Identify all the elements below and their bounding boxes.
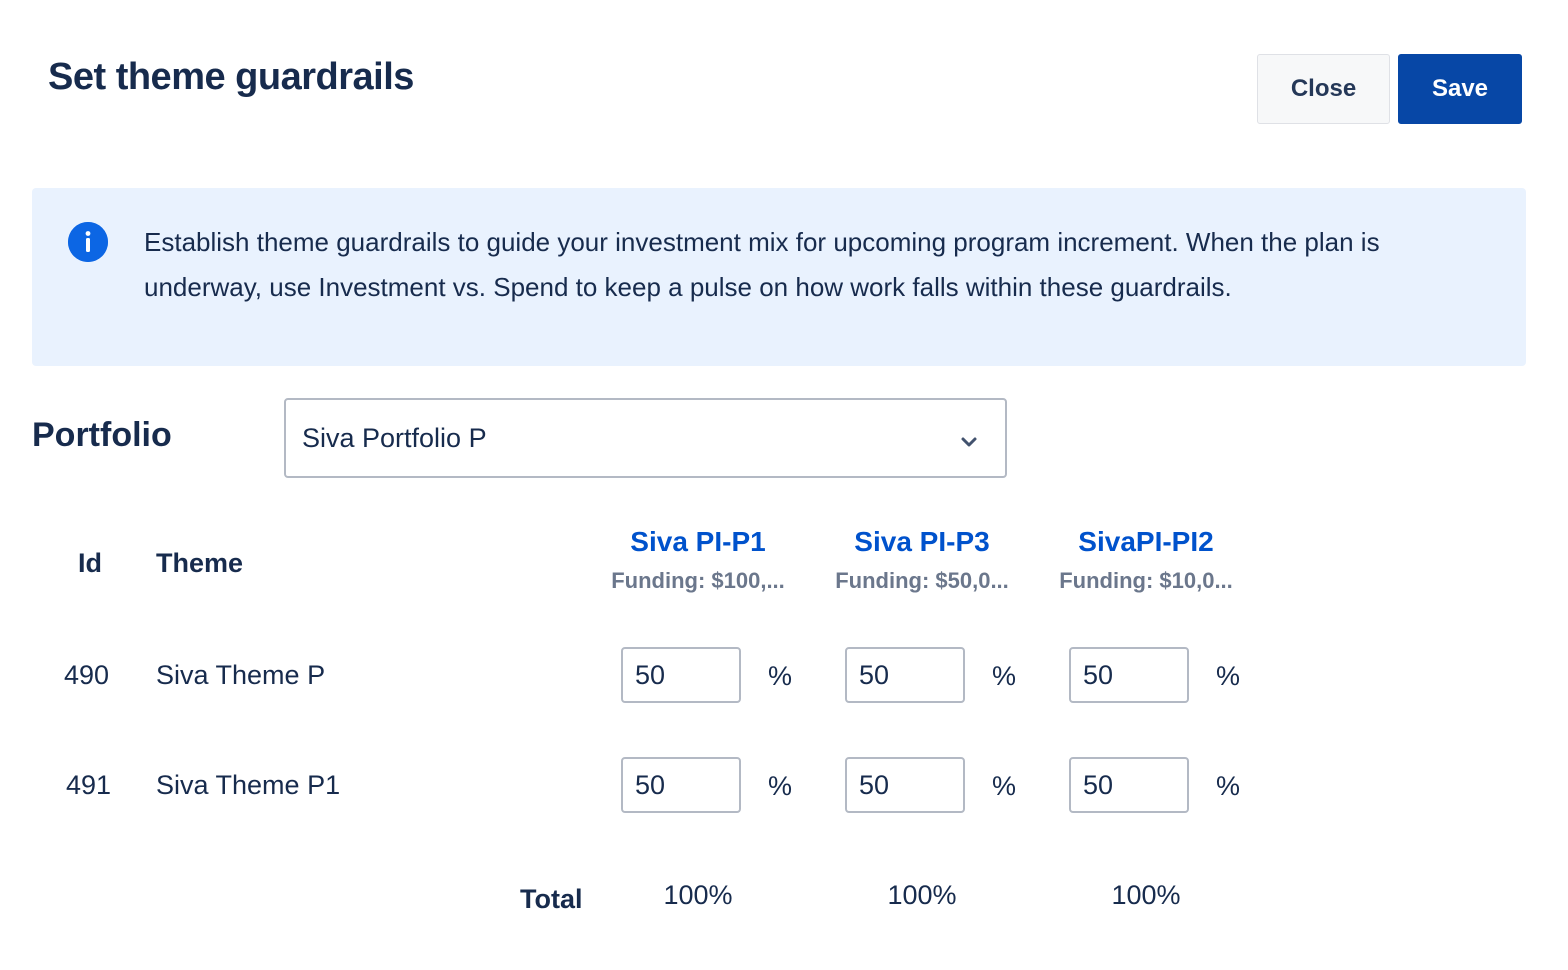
theme-id: 491 [66, 770, 112, 800]
increment-link[interactable]: Siva PI-P3 [809, 526, 1035, 558]
allocation-input[interactable] [845, 757, 965, 813]
theme-column-header: Theme [156, 548, 244, 578]
portfolio-select-value: Siva Portfolio P [302, 422, 487, 453]
increment-funding: Funding: $10,0... [1059, 568, 1233, 593]
allocation-input[interactable] [1069, 647, 1189, 703]
total-value: 100% [1111, 880, 1181, 910]
allocation-input[interactable] [845, 647, 965, 703]
info-banner: Establish theme guardrails to guide your… [32, 188, 1526, 366]
increment-link[interactable]: SivaPI-PI2 [1033, 526, 1259, 558]
save-button[interactable]: Save [1398, 54, 1522, 124]
percent-sign: % [1216, 771, 1241, 801]
increment-funding: Funding: $100,... [611, 568, 785, 593]
info-banner-text: Establish theme guardrails to guide your… [144, 227, 1380, 302]
percent-sign: % [992, 771, 1017, 801]
percent-sign: % [1216, 661, 1241, 691]
percent-sign: % [768, 661, 793, 691]
info-icon [68, 222, 108, 262]
increment-funding: Funding: $50,0... [835, 568, 1009, 593]
theme-name: Siva Theme P1 [156, 770, 341, 800]
portfolio-label: Portfolio [32, 416, 172, 454]
theme-name: Siva Theme P [156, 660, 326, 690]
total-value: 100% [887, 880, 957, 910]
page-title: Set theme guardrails [48, 56, 414, 98]
id-column-header: Id [78, 548, 102, 578]
chevron-down-icon [959, 428, 979, 448]
allocation-input[interactable] [621, 757, 741, 813]
theme-id: 490 [64, 660, 110, 690]
total-label: Total [520, 884, 583, 914]
increment-column-header: Siva PI-P1 Funding: $100,... [585, 526, 811, 594]
portfolio-select[interactable]: Siva Portfolio P [284, 398, 1007, 478]
close-button[interactable]: Close [1257, 54, 1390, 124]
total-value: 100% [663, 880, 733, 910]
percent-sign: % [992, 661, 1017, 691]
increment-column-header: Siva PI-P3 Funding: $50,0... [809, 526, 1035, 594]
theme-guardrails-dialog: Set theme guardrails Close Save Establis… [0, 0, 1568, 970]
increment-column-header: SivaPI-PI2 Funding: $10,0... [1033, 526, 1259, 594]
increment-link[interactable]: Siva PI-P1 [585, 526, 811, 558]
allocation-input[interactable] [621, 647, 741, 703]
percent-sign: % [768, 771, 793, 801]
allocation-input[interactable] [1069, 757, 1189, 813]
